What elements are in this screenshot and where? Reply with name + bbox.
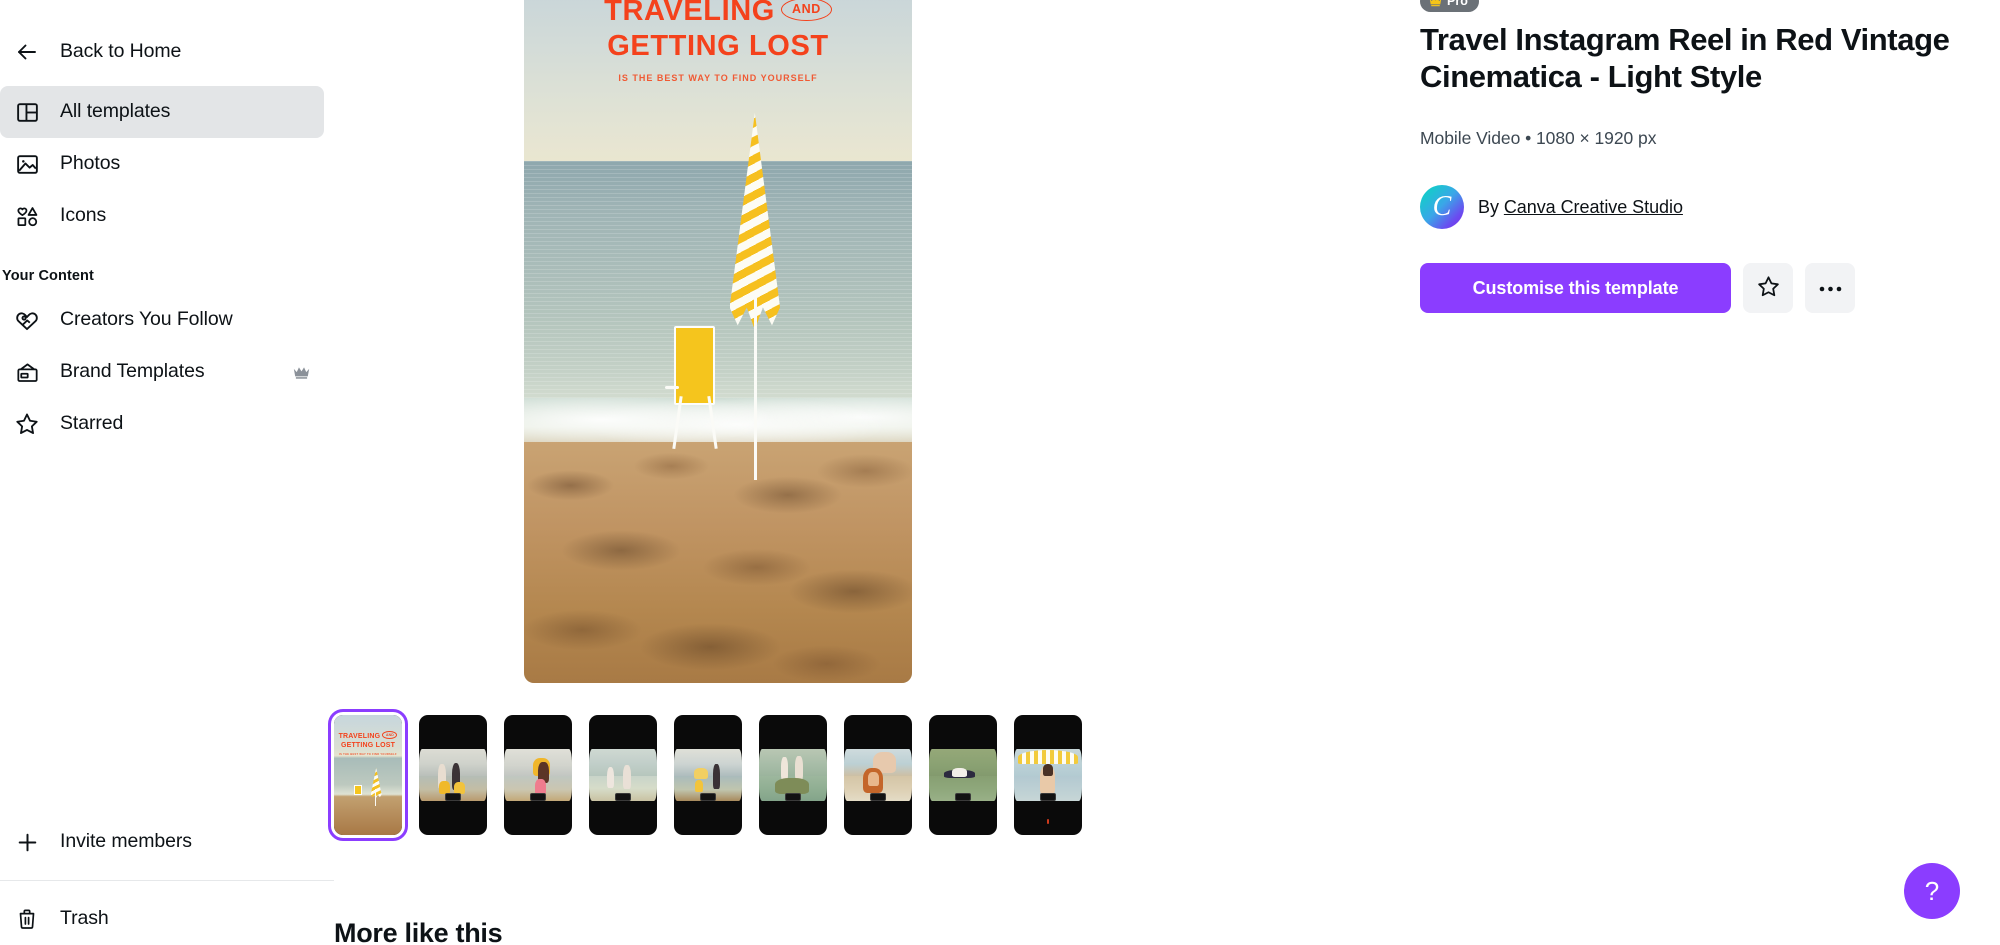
thumbnail-3[interactable] — [504, 715, 572, 835]
page-7-woman-upside-down[interactable] — [844, 715, 912, 835]
preview-sand — [524, 442, 912, 683]
crown-icon — [1429, 0, 1442, 7]
author-prefix: By — [1478, 196, 1499, 217]
preview-headline-block: TRAVELING AND GETTING LOST IS THE BEST WA… — [524, 0, 912, 83]
sidebar-item-photos-label: Photos — [60, 152, 121, 175]
arrow-left-icon — [12, 37, 42, 67]
sidebar-item-all-templates[interactable]: All templates — [0, 86, 324, 138]
main-content: TRAVELING AND GETTING LOST IS THE BEST WA… — [328, 0, 2000, 945]
preview-beach-umbrella — [729, 112, 781, 481]
help-button[interactable]: ? — [1904, 863, 1960, 919]
pro-badge: Pro — [1420, 0, 1479, 12]
thumbnail-device-notch — [870, 793, 886, 802]
more-like-this-heading: More like this — [334, 918, 503, 945]
photo-icon — [12, 149, 42, 179]
sidebar-bottom-group: Invite members Trash — [0, 816, 334, 945]
thumbnail-device-notch — [955, 793, 971, 802]
template-details-panel: Pro Travel Instagram Reel in Red Vintage… — [1420, 0, 2000, 945]
invite-members-label: Invite members — [60, 830, 192, 853]
preview-headline-line2: GETTING LOST — [607, 30, 829, 63]
thumbnail-9[interactable] — [1014, 715, 1082, 835]
action-row: Customise this template — [1420, 263, 1855, 313]
thumbnail-1[interactable]: TRAVELING AND GETTING LOST IS THE BEST WAY… — [328, 709, 408, 841]
heart-creators-icon — [12, 305, 42, 335]
author-row[interactable]: C By Canva Creative Studio — [1420, 185, 1683, 229]
sidebar-item-photos[interactable]: Photos — [0, 138, 324, 190]
more-options-button[interactable] — [1805, 263, 1855, 313]
page-2-two-women-pointing-beach[interactable] — [419, 715, 487, 835]
page-5-beach-umbrella-wide[interactable] — [674, 715, 742, 835]
thumbnail-8[interactable] — [929, 715, 997, 835]
author-text: By Canva Creative Studio — [1478, 197, 1683, 218]
page-9-woman-under-umbrella[interactable] — [1014, 715, 1082, 835]
page-3-woman-carrying-chair[interactable] — [504, 715, 572, 835]
avatar: C — [1420, 185, 1464, 229]
thumbnail-device-notch — [785, 793, 801, 802]
template-meta: Mobile Video • 1080 × 1920 px — [1420, 128, 1657, 148]
star-icon — [12, 409, 42, 439]
sidebar-item-starred-label: Starred — [60, 412, 124, 435]
page-thumbnail-strip: TRAVELING AND GETTING LOST IS THE BEST WAY… — [328, 709, 1082, 841]
ellipsis-icon — [1818, 281, 1843, 296]
page-8-woman-floating[interactable] — [929, 715, 997, 835]
preview-subline: IS THE BEST WAY TO FIND YOURSELF — [618, 72, 818, 83]
preview-beach-chair — [664, 325, 730, 449]
sidebar-item-trash[interactable]: Trash — [0, 893, 324, 945]
sidebar-section-your-content: Your Content — [2, 268, 94, 284]
preview-artwork — [524, 0, 912, 683]
sidebar-item-creators-you-follow[interactable]: Creators You Follow — [0, 294, 324, 346]
thumbnail-5[interactable] — [674, 715, 742, 835]
shapes-icon — [12, 201, 42, 231]
sidebar-item-brand-templates-label: Brand Templates — [60, 360, 205, 383]
thumbnail-7[interactable] — [844, 715, 912, 835]
sidebar-item-all-templates-label: All templates — [60, 100, 171, 123]
template-preview[interactable]: TRAVELING AND GETTING LOST IS THE BEST WA… — [524, 0, 912, 683]
sidebar-item-starred[interactable]: Starred — [0, 398, 324, 450]
thumbnail-device-notch — [445, 793, 461, 802]
thumbnail-4[interactable] — [589, 715, 657, 835]
pro-badge-label: Pro — [1447, 0, 1468, 8]
page-4-two-women-in-surf[interactable] — [589, 715, 657, 835]
template-detail-page: Back to Home All templates Photos Icons … — [0, 0, 2000, 945]
page-title: Travel Instagram Reel in Red Vintage Cin… — [1420, 22, 1950, 94]
thumbnail-device-notch — [615, 793, 631, 802]
thumbnail-6[interactable] — [759, 715, 827, 835]
preview-headline-and: AND — [780, 0, 832, 22]
layout-templates-icon — [12, 97, 42, 127]
thumbnail-accent-dot — [1047, 819, 1049, 825]
plus-icon — [12, 827, 42, 857]
sidebar-divider — [0, 880, 334, 881]
sidebar: Back to Home All templates Photos Icons … — [0, 0, 334, 945]
customise-template-button[interactable]: Customise this template — [1420, 263, 1731, 313]
back-to-home-button[interactable]: Back to Home — [0, 26, 324, 78]
sidebar-item-icons-label: Icons — [60, 204, 107, 227]
brand-kit-icon — [12, 357, 42, 387]
author-link[interactable]: Canva Creative Studio — [1504, 197, 1683, 217]
preview-headline-line1: TRAVELING — [604, 0, 775, 28]
sidebar-item-trash-label: Trash — [60, 907, 109, 930]
sidebar-item-creators-label: Creators You Follow — [60, 308, 233, 331]
trash-icon — [12, 904, 42, 934]
star-outline-icon — [1756, 274, 1781, 302]
page-6-two-women-on-rock[interactable] — [759, 715, 827, 835]
crown-icon — [293, 365, 310, 380]
sidebar-item-icons[interactable]: Icons — [0, 190, 324, 242]
invite-members-button[interactable]: Invite members — [0, 816, 324, 868]
back-to-home-label: Back to Home — [60, 40, 182, 63]
favourite-button[interactable] — [1743, 263, 1793, 313]
thumbnail-2[interactable] — [419, 715, 487, 835]
sidebar-item-brand-templates[interactable]: Brand Templates — [0, 346, 324, 398]
thumbnail-device-notch — [700, 793, 716, 802]
thumbnail-device-notch — [1040, 793, 1056, 802]
page-1-title-beach-umbrella[interactable]: TRAVELING AND GETTING LOST IS THE BEST WAY… — [328, 709, 408, 841]
thumbnail-device-notch — [530, 793, 546, 802]
